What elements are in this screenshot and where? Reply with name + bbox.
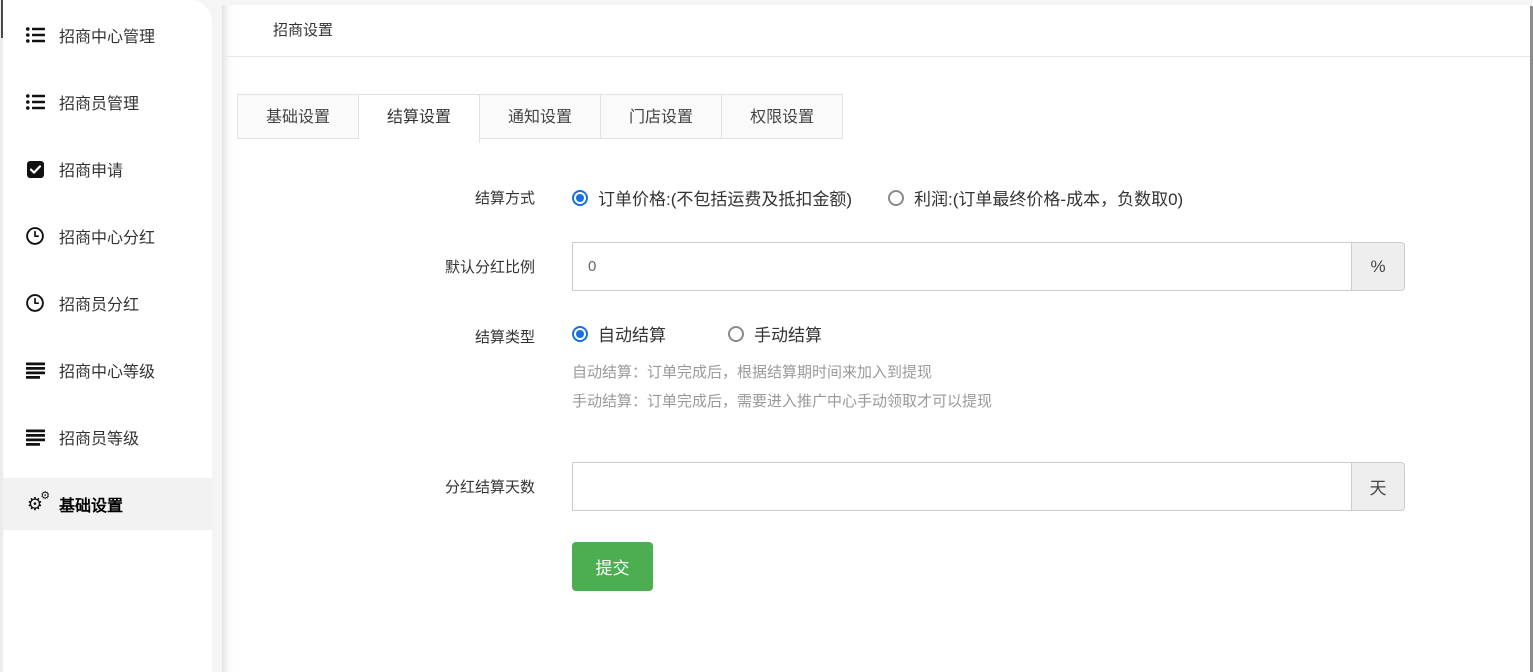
tab-permission-settings[interactable]: 权限设置 <box>722 94 843 139</box>
clock-icon <box>24 294 46 312</box>
sidebar-item-label: 招商员管理 <box>59 90 139 114</box>
sidebar-item-merchant-application[interactable]: 招商申请 <box>0 143 212 195</box>
breadcrumb: 招商设置 <box>222 5 1533 57</box>
settlement-method-label: 结算方式 <box>222 187 535 208</box>
radio-order-price-label[interactable]: 订单价格:(不包括运费及抵扣金额) <box>598 185 852 210</box>
help-auto-settle: 自动结算：订单完成后，根据结算期时间来加入到提现 <box>572 358 992 387</box>
radio-auto-settle[interactable] <box>572 326 588 342</box>
sidebar-item-merchant-staff-dividend[interactable]: 招商员分红 <box>0 277 212 329</box>
list-icon <box>24 94 46 110</box>
page-title: 招商设置 <box>273 22 333 39</box>
sidebar-item-merchant-center-level[interactable]: 招商中心等级 <box>0 344 212 396</box>
sidebar-item-label: 基础设置 <box>59 492 123 516</box>
settlement-settings-form: 结算方式 订单价格:(不包括运费及抵扣金额) 利润:(订单最终价格-成本，负数取… <box>222 185 1533 591</box>
default-ratio-input[interactable] <box>572 242 1352 291</box>
radio-profit-label[interactable]: 利润:(订单最终价格-成本，负数取0) <box>914 185 1183 210</box>
sidebar-item-basic-settings[interactable]: ⚙⚙ 基础设置 <box>0 478 212 530</box>
sidebar-item-label: 招商员分红 <box>59 291 139 315</box>
tab-notification-settings[interactable]: 通知设置 <box>480 94 601 139</box>
radio-profit[interactable] <box>888 190 904 206</box>
list-icon <box>24 27 46 43</box>
submit-button[interactable]: 提交 <box>572 542 653 591</box>
bars-icon <box>24 362 46 379</box>
default-ratio-label: 默认分红比例 <box>222 256 535 277</box>
bars-icon <box>24 429 46 446</box>
left-scrollbar-track <box>0 0 3 672</box>
radio-auto-settle-label[interactable]: 自动结算 <box>598 321 666 346</box>
radio-manual-settle[interactable] <box>728 326 744 342</box>
check-square-icon <box>24 161 46 178</box>
sidebar-item-merchant-center-management[interactable]: 招商中心管理 <box>0 9 212 61</box>
radio-order-price[interactable] <box>572 190 588 206</box>
sidebar-item-merchant-staff-management[interactable]: 招商员管理 <box>0 76 212 128</box>
cogs-icon: ⚙⚙ <box>24 495 46 513</box>
tab-store-settings[interactable]: 门店设置 <box>601 94 722 139</box>
sidebar-item-label: 招商申请 <box>59 157 123 181</box>
sidebar: 招商中心管理 招商员管理 招商申请 招商中心分红 招商员分红 招商中心等级 <box>0 0 212 672</box>
help-manual-settle: 手动结算：订单完成后，需要进入推广中心手动领取才可以提现 <box>572 387 992 416</box>
percent-addon: % <box>1352 242 1405 291</box>
sidebar-item-merchant-staff-level[interactable]: 招商员等级 <box>0 411 212 463</box>
tab-basic-settings[interactable]: 基础设置 <box>237 94 359 139</box>
settlement-days-label: 分红结算天数 <box>222 476 535 497</box>
clock-icon <box>24 227 46 245</box>
main-content: 招商设置 基础设置 结算设置 通知设置 门店设置 权限设置 结算方式 订单价格:… <box>222 5 1533 672</box>
left-scrollbar-thumb[interactable] <box>1 0 3 38</box>
settlement-type-help: 自动结算：订单完成后，根据结算期时间来加入到提现 手动结算：订单完成后，需要进入… <box>572 358 992 416</box>
sidebar-item-label: 招商中心分红 <box>59 224 155 248</box>
tab-settlement-settings[interactable]: 结算设置 <box>359 94 480 143</box>
day-addon: 天 <box>1352 462 1405 511</box>
settlement-type-label: 结算类型 <box>222 326 535 347</box>
settlement-days-input[interactable] <box>572 462 1352 511</box>
sidebar-item-merchant-center-dividend[interactable]: 招商中心分红 <box>0 210 212 262</box>
sidebar-item-label: 招商员等级 <box>59 425 139 449</box>
tab-bar: 基础设置 结算设置 通知设置 门店设置 权限设置 <box>237 94 1533 143</box>
sidebar-item-label: 招商中心等级 <box>59 358 155 382</box>
radio-manual-settle-label[interactable]: 手动结算 <box>754 321 822 346</box>
sidebar-item-label: 招商中心管理 <box>59 23 155 47</box>
